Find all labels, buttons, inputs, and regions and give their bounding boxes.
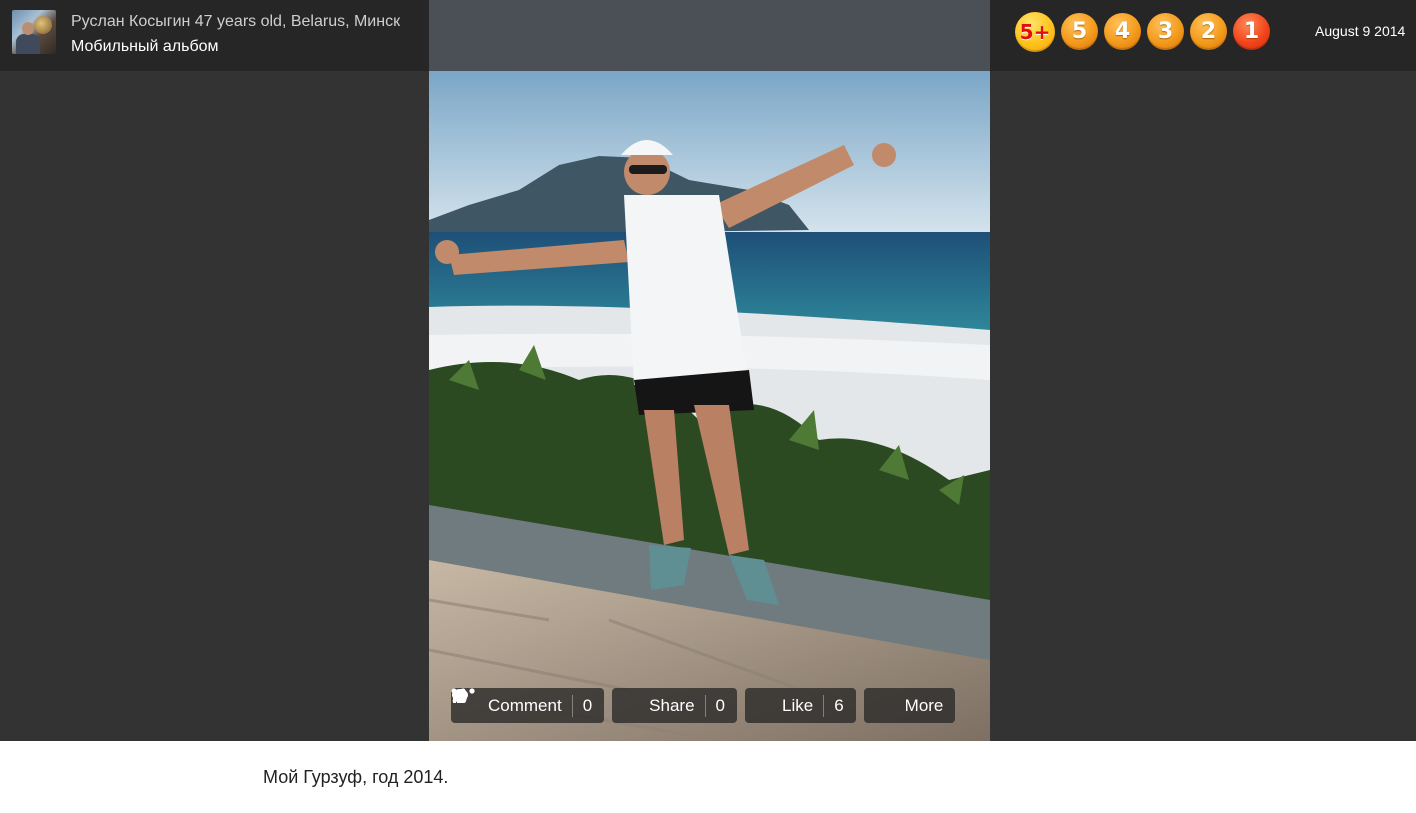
grade-4-button[interactable]: 4 [1104,13,1141,50]
share-count: 0 [715,695,725,715]
comment-divider [571,694,573,717]
share-button[interactable]: Share 0 [452,688,737,723]
avatar-globe-detail [34,16,52,34]
photo-actions-bar: Comment 0 Share 0 Like 6 More [451,688,956,723]
author-avatar[interactable] [12,10,56,54]
share-label: Share [649,695,695,715]
photo-date: August 9 2014 [1315,23,1406,39]
more-button[interactable]: More [451,688,956,723]
ellipsis-icon [451,688,900,715]
comment-count: 0 [582,695,593,715]
photo-image [429,0,990,741]
album-link[interactable]: Мобильный альбом [71,38,219,56]
thumbs-up-icon [453,689,777,715]
avatar-person-head [22,22,34,35]
share-divider [704,694,706,717]
author-info[interactable]: Руслан Косыгин 47 years old, Belarus, Ми… [71,13,400,31]
like-divider [823,694,825,717]
like-button[interactable]: Like 6 [453,688,856,723]
share-arrow-icon [452,689,644,715]
photo-caption: Мой Гурзуф, год 2014. [263,767,449,787]
grade-buttons: 5+ 5 4 3 2 1 [1015,12,1270,53]
grade-2-button[interactable]: 2 [1190,13,1227,50]
grade-5-plus-button[interactable]: 5+ [1015,12,1055,52]
like-count: 6 [834,695,844,715]
grade-3-button[interactable]: 3 [1147,13,1184,50]
main-photo[interactable]: Comment 0 Share 0 Like 6 More [429,0,990,741]
more-label: More [904,695,944,715]
author-bar: Руслан Косыгин 47 years old, Belarus, Ми… [0,0,429,71]
grade-1-button[interactable]: 1 [1233,13,1270,50]
photo-viewer: Руслан Косыгин 47 years old, Belarus, Ми… [0,0,1416,741]
avatar-person-torso [16,34,40,54]
like-label: Like [782,695,814,715]
comment-label: Comment [488,695,562,715]
grade-5-button[interactable]: 5 [1061,13,1098,50]
